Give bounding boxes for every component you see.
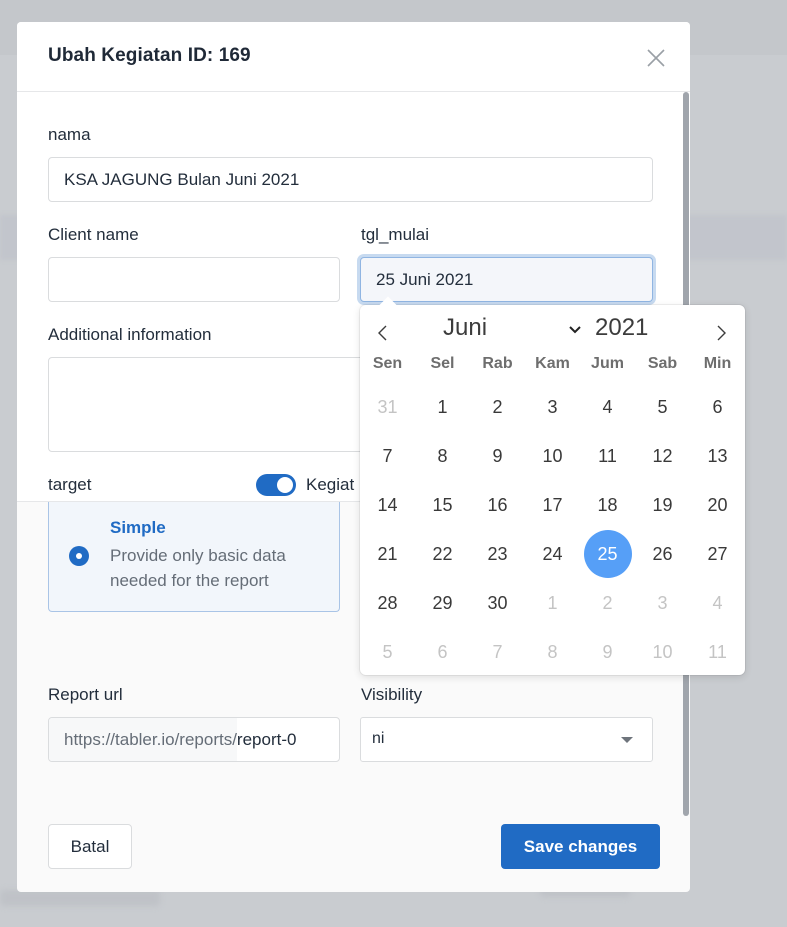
day-cell[interactable]: 13 — [694, 432, 742, 480]
day-cell[interactable]: 28 — [364, 579, 412, 627]
day-cell-other-month[interactable]: 8 — [529, 628, 577, 676]
prev-month-button[interactable] — [370, 321, 394, 345]
additional-information-label: Additional information — [48, 325, 212, 344]
day-cell-other-month[interactable]: 7 — [474, 628, 522, 676]
day-cell[interactable]: 23 — [474, 530, 522, 578]
day-cell[interactable]: 4 — [584, 383, 632, 431]
report-url-prefix: https://tabler.io/reports/ — [49, 718, 237, 761]
day-cell[interactable]: 29 — [419, 579, 467, 627]
day-cell[interactable]: 6 — [694, 383, 742, 431]
day-cell-other-month[interactable]: 5 — [364, 628, 412, 676]
day-cell[interactable]: 20 — [694, 481, 742, 529]
modal-header: Ubah Kegiatan ID: 169 — [17, 22, 690, 92]
next-month-button[interactable] — [710, 321, 734, 345]
day-cell[interactable]: 16 — [474, 481, 522, 529]
weekday-label: Sen — [372, 355, 403, 372]
visibility-value: ni — [372, 730, 385, 747]
cancel-button[interactable]: Batal — [48, 824, 132, 869]
day-cell[interactable]: 1 — [419, 383, 467, 431]
nama-input[interactable]: KSA JAGUNG Bulan Juni 2021 — [48, 157, 653, 202]
client-name-input[interactable] — [48, 257, 340, 302]
day-cell[interactable]: 5 — [639, 383, 687, 431]
background-text — [0, 890, 160, 906]
visibility-label: Visibility — [361, 685, 423, 704]
close-icon — [647, 49, 665, 67]
target-toggle[interactable] — [256, 474, 296, 496]
radio-selected[interactable] — [69, 546, 89, 566]
report-url-input[interactable]: report-0 — [237, 718, 297, 761]
target-toggle-label: Kegiat — [306, 475, 355, 494]
day-cell[interactable]: 24 — [529, 530, 577, 578]
day-cell[interactable]: 19 — [639, 481, 687, 529]
chevron-down-icon — [569, 326, 581, 334]
day-cell[interactable]: 17 — [529, 481, 577, 529]
weekday-label: Sel — [430, 355, 455, 372]
weekday-label: Min — [703, 355, 732, 372]
chevron-left-icon — [378, 325, 387, 341]
day-cell[interactable]: 30 — [474, 579, 522, 627]
report-type-option-simple[interactable]: Simple Provide only basic data needed fo… — [48, 502, 340, 612]
day-cell-selected[interactable]: 25 — [583, 530, 632, 578]
client-name-label: Client name — [48, 225, 139, 244]
month-dropdown[interactable] — [568, 323, 582, 335]
day-cell[interactable]: 14 — [364, 481, 412, 529]
day-cell[interactable]: 26 — [639, 530, 687, 578]
save-changes-button[interactable]: Save changes — [501, 824, 660, 869]
day-cell[interactable]: 8 — [419, 432, 467, 480]
chevron-right-icon — [717, 325, 726, 341]
day-cell-other-month[interactable]: 9 — [584, 628, 632, 676]
target-label: target — [48, 475, 92, 494]
day-cell[interactable]: 10 — [529, 432, 577, 480]
nama-label: nama — [48, 125, 91, 144]
modal-title: Ubah Kegiatan ID: 169 — [48, 45, 251, 66]
year-input[interactable]: 2021 — [595, 314, 648, 342]
day-cell[interactable]: 11 — [584, 432, 632, 480]
caret-down-icon — [621, 737, 633, 743]
weekday-label: Kam — [535, 355, 570, 372]
day-cell[interactable]: 15 — [419, 481, 467, 529]
day-cell-other-month[interactable]: 1 — [529, 579, 577, 627]
day-cell[interactable]: 21 — [364, 530, 412, 578]
day-cell[interactable]: 7 — [364, 432, 412, 480]
weekday-label: Sab — [647, 355, 678, 372]
option-description: Provide only basic data needed for the r… — [110, 546, 286, 590]
visibility-select[interactable]: ni — [360, 717, 653, 762]
day-cell-other-month[interactable]: 2 — [584, 579, 632, 627]
day-cell-other-month[interactable]: 6 — [419, 628, 467, 676]
day-cell-other-month[interactable]: 11 — [694, 628, 742, 676]
day-cell[interactable]: 18 — [584, 481, 632, 529]
tgl-mulai-input[interactable]: 25 Juni 2021 — [360, 257, 653, 302]
day-cell-other-month[interactable]: 3 — [639, 579, 687, 627]
day-cell[interactable]: 3 — [529, 383, 577, 431]
day-cell-other-month[interactable]: 4 — [694, 579, 742, 627]
day-cell-other-month[interactable]: 31 — [364, 383, 412, 431]
datepicker-popup: Juni 2021 Sen Sel Rab Kam Jum Sab Min 31 1 2 3 4 5 6… — [360, 296, 745, 676]
tgl-mulai-label: tgl_mulai — [361, 225, 430, 244]
day-cell[interactable]: 12 — [639, 432, 687, 480]
weekday-label: Rab — [482, 355, 513, 372]
day-cell[interactable]: 27 — [694, 530, 742, 578]
day-cell[interactable]: 2 — [474, 383, 522, 431]
weekday-header: Sen Sel Rab Kam Jum Sab Min — [360, 355, 745, 375]
weekday-label: Jum — [591, 355, 624, 372]
close-button[interactable] — [645, 47, 667, 69]
day-cell[interactable]: 22 — [419, 530, 467, 578]
option-title: Simple — [110, 518, 166, 537]
report-url-input-group[interactable]: https://tabler.io/reports/report-0 — [48, 717, 340, 762]
month-select[interactable]: Juni — [443, 314, 487, 342]
toggle-knob — [277, 477, 293, 493]
day-cell-other-month[interactable]: 10 — [639, 628, 687, 676]
day-cell[interactable]: 9 — [474, 432, 522, 480]
report-url-label: Report url — [48, 685, 123, 704]
